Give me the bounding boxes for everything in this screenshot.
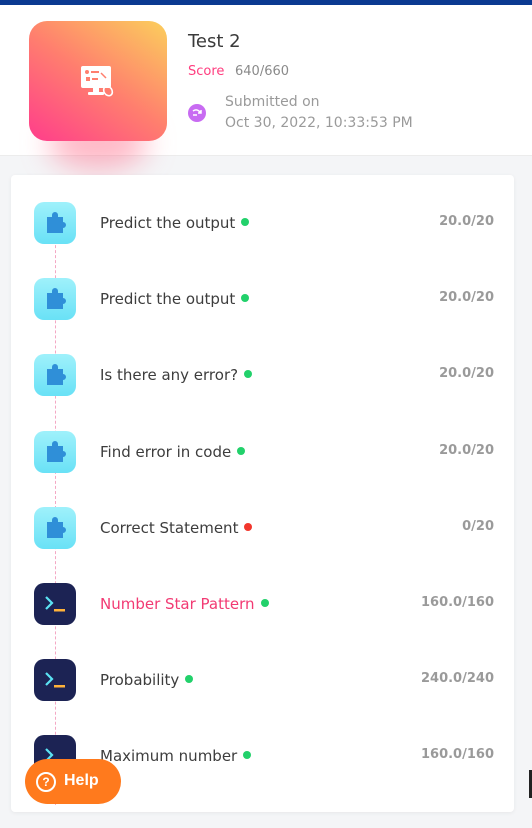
question-score: 160.0/160 xyxy=(420,747,494,763)
submitted-icon xyxy=(188,104,206,122)
help-button[interactable]: ? Help xyxy=(25,759,121,804)
question-title-text: Correct Statement xyxy=(100,518,239,537)
question-score: 20.0/20 xyxy=(439,442,494,458)
test-summary-header: Test 2 Score 640/660 Submitted on Oct 30… xyxy=(0,5,532,170)
question-title-text: Find error in code xyxy=(100,442,232,461)
question-score: 20.0/20 xyxy=(439,214,494,229)
terminal-icon xyxy=(34,583,76,625)
question-title[interactable]: Predict the output xyxy=(100,214,250,232)
question-score: 240.0/240 xyxy=(420,671,494,687)
status-dot xyxy=(243,751,252,760)
test-title: Test 2 xyxy=(188,31,241,52)
terminal-icon xyxy=(34,659,76,702)
question-title-text: Probability xyxy=(100,671,180,690)
question-title-text: Maximum number xyxy=(100,747,238,766)
status-dot xyxy=(244,522,253,531)
puzzle-icon xyxy=(34,506,76,549)
status-dot xyxy=(185,675,194,684)
status-dot xyxy=(241,218,250,226)
question-title[interactable]: Correct Statement xyxy=(100,518,253,537)
question-score: 160.0/160 xyxy=(420,595,494,610)
status-dot xyxy=(237,446,246,455)
question-row[interactable]: Correct Statement 0/20 xyxy=(11,506,514,551)
test-thumbnail xyxy=(29,21,167,141)
puzzle-icon xyxy=(34,278,76,321)
question-row[interactable]: Find error in code 20.0/20 xyxy=(11,430,514,475)
question-row[interactable]: Is there any error? 20.0/20 xyxy=(11,354,514,398)
question-title[interactable]: Find error in code xyxy=(100,442,246,461)
submitted-label: Submitted on xyxy=(225,94,320,110)
puzzle-icon xyxy=(34,202,76,244)
question-title-text: Predict the output xyxy=(100,214,236,232)
puzzle-icon xyxy=(34,354,76,397)
question-score: 20.0/20 xyxy=(439,366,494,382)
status-dot xyxy=(260,599,269,607)
help-label: Help xyxy=(64,772,99,789)
question-row[interactable]: Predict the output 20.0/20 xyxy=(11,202,514,246)
question-title-text: Is there any error? xyxy=(100,366,239,385)
puzzle-icon xyxy=(34,430,76,473)
score-label: Score xyxy=(188,64,225,79)
submitted-date: Oct 30, 2022, 10:33:53 PM xyxy=(225,115,413,131)
question-row[interactable]: Number Star Pattern 160.0/160 xyxy=(11,583,514,627)
status-dot xyxy=(244,370,253,379)
question-circle-icon: ? xyxy=(36,772,56,792)
score-value: 640/660 xyxy=(235,64,290,79)
question-title[interactable]: Predict the output xyxy=(100,290,250,309)
question-title-text: Number Star Pattern xyxy=(100,595,255,613)
question-title[interactable]: Is there any error? xyxy=(100,366,253,385)
question-score: 0/20 xyxy=(462,518,494,534)
status-dot xyxy=(241,294,250,303)
questions-list: Predict the output 20.0/20 Predict the out… xyxy=(11,175,514,812)
question-row[interactable]: Probability 240.0/240 xyxy=(11,659,514,703)
question-title-text: Predict the output xyxy=(100,290,236,309)
question-score: 20.0/20 xyxy=(439,290,494,306)
question-title[interactable]: Number Star Pattern xyxy=(100,595,269,613)
computer-mouse-icon xyxy=(81,66,114,97)
question-row[interactable]: Predict the output 20.0/20 xyxy=(11,278,514,322)
question-title[interactable]: Maximum number xyxy=(100,747,252,766)
question-title[interactable]: Probability xyxy=(100,671,194,690)
